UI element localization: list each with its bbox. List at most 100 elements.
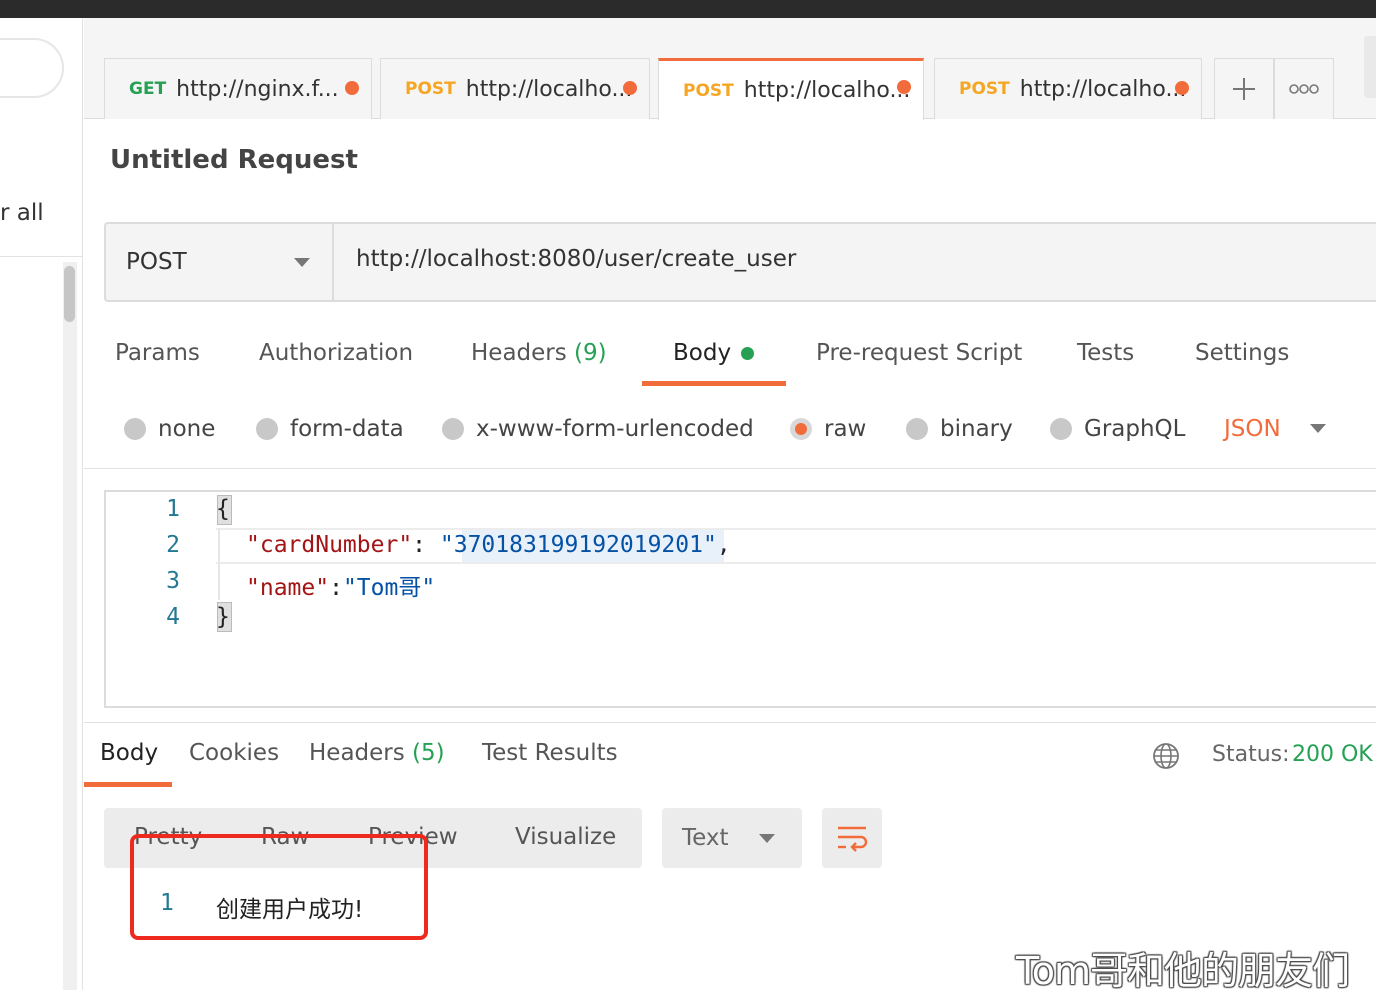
more-icon bbox=[1289, 84, 1319, 94]
response-tab-test-results[interactable]: Test Results bbox=[482, 740, 618, 766]
tab-headers-label: Headers bbox=[471, 340, 567, 366]
radio-graphql[interactable]: GraphQL bbox=[1050, 416, 1185, 442]
radio-label: x-www-form-urlencoded bbox=[476, 416, 754, 442]
radio-circle-icon bbox=[442, 418, 464, 440]
tab-method: POST bbox=[683, 80, 734, 101]
request-tab-4[interactable]: POST http://localho... bbox=[934, 58, 1202, 119]
method-value: POST bbox=[126, 249, 187, 275]
unsaved-dot-icon bbox=[1175, 81, 1189, 95]
line-number: 4 bbox=[166, 604, 180, 630]
section-divider bbox=[84, 468, 1376, 469]
response-tab-cookies[interactable]: Cookies bbox=[189, 740, 279, 766]
tab-headers[interactable]: Headers (9) bbox=[471, 340, 607, 366]
radio-none[interactable]: none bbox=[124, 416, 215, 442]
radio-circle-icon bbox=[1050, 418, 1072, 440]
response-headers-label: Headers bbox=[309, 740, 405, 766]
radio-circle-icon bbox=[124, 418, 146, 440]
response-headers-count: (5) bbox=[412, 740, 445, 766]
tab-method: POST bbox=[405, 79, 456, 99]
json-sep: : bbox=[412, 532, 440, 558]
tab-url: http://localho... bbox=[743, 78, 911, 103]
tab-body[interactable]: Body bbox=[673, 340, 755, 366]
sidebar-filter-label[interactable]: r all bbox=[0, 200, 44, 226]
url-input[interactable]: http://localhost:8080/user/create_user bbox=[356, 246, 796, 272]
headers-count-badge: (9) bbox=[574, 340, 607, 366]
watermark: Tom哥和他的朋友们 bbox=[1016, 949, 1350, 993]
response-format-select[interactable]: Text bbox=[662, 808, 802, 868]
radio-label: GraphQL bbox=[1084, 416, 1186, 442]
line-number: 3 bbox=[166, 568, 180, 594]
status-value: 200 OK bbox=[1292, 742, 1373, 767]
radio-label: binary bbox=[940, 416, 1013, 442]
request-title[interactable]: Untitled Request bbox=[110, 145, 358, 175]
tab-url: http://localho... bbox=[465, 76, 633, 102]
radio-selected-icon bbox=[790, 418, 812, 440]
json-sep: : bbox=[329, 575, 343, 601]
code-line-4: } bbox=[216, 604, 230, 630]
code-line-3: "name":"Tom哥" bbox=[246, 568, 435, 602]
chevron-down-icon bbox=[758, 833, 775, 843]
status-label: Status: bbox=[1212, 742, 1290, 767]
body-set-dot-icon bbox=[741, 347, 755, 360]
code-line-2: "cardNumber": "370183199192019201", bbox=[246, 532, 731, 558]
wrap-lines-button[interactable] bbox=[822, 808, 882, 868]
unsaved-dot-icon bbox=[345, 81, 359, 95]
radio-label: none bbox=[158, 416, 216, 442]
tab-method: POST bbox=[959, 79, 1010, 99]
tab-url: http://localho... bbox=[1019, 76, 1187, 102]
window-top-bar bbox=[0, 0, 1376, 18]
env-selector-edge[interactable] bbox=[1364, 36, 1376, 98]
method-select[interactable]: POST bbox=[106, 224, 334, 300]
active-tab-indicator bbox=[84, 782, 172, 787]
view-visualize[interactable]: Visualize bbox=[515, 824, 616, 850]
tab-prerequest-script[interactable]: Pre-request Script bbox=[816, 340, 1022, 366]
tab-params[interactable]: Params bbox=[115, 340, 200, 366]
radio-form-data[interactable]: form-data bbox=[256, 416, 404, 442]
sidebar-search-input[interactable] bbox=[0, 38, 64, 98]
json-trail: , bbox=[716, 532, 731, 558]
sidebar-scrollbar[interactable] bbox=[63, 262, 77, 990]
json-value: "370183199192019201" bbox=[439, 532, 717, 558]
sidebar-divider bbox=[0, 256, 82, 257]
chevron-down-icon bbox=[294, 257, 310, 267]
radio-circle-icon bbox=[256, 418, 278, 440]
active-tab-indicator bbox=[642, 381, 786, 386]
request-tab-1[interactable]: GET http://nginx.f... bbox=[104, 58, 372, 119]
response-tab-headers[interactable]: Headers (5) bbox=[309, 740, 445, 766]
body-format-select[interactable]: JSON bbox=[1224, 416, 1281, 442]
annotation-highlight-box bbox=[130, 834, 428, 940]
radio-raw[interactable]: raw bbox=[790, 416, 866, 442]
request-tab-2[interactable]: POST http://localho... bbox=[380, 58, 650, 119]
radio-label: raw bbox=[824, 416, 867, 442]
radio-binary[interactable]: binary bbox=[906, 416, 1013, 442]
indent-guide bbox=[218, 528, 220, 600]
line-number: 2 bbox=[166, 532, 180, 558]
tab-method: GET bbox=[129, 79, 167, 99]
globe-icon[interactable] bbox=[1152, 742, 1180, 770]
chevron-down-icon[interactable] bbox=[1310, 424, 1326, 433]
radio-circle-icon bbox=[906, 418, 928, 440]
request-tab-3-active[interactable]: POST http://localho... bbox=[658, 58, 924, 120]
more-tabs-button[interactable] bbox=[1274, 58, 1334, 119]
sidebar-scroll-thumb[interactable] bbox=[64, 266, 75, 322]
tab-authorization[interactable]: Authorization bbox=[259, 340, 413, 366]
json-key: "name" bbox=[246, 575, 330, 601]
code-line-1: { bbox=[216, 496, 230, 522]
line-number: 1 bbox=[166, 496, 180, 522]
tab-body-label: Body bbox=[673, 340, 732, 366]
unsaved-dot-icon bbox=[623, 81, 637, 95]
json-key: "cardNumber" bbox=[246, 532, 413, 558]
tab-url: http://nginx.f... bbox=[176, 76, 339, 102]
radio-label: form-data bbox=[290, 416, 404, 442]
plus-icon bbox=[1233, 78, 1255, 100]
response-divider[interactable] bbox=[84, 722, 1376, 723]
new-tab-button[interactable] bbox=[1214, 58, 1274, 119]
json-value: "Tom哥" bbox=[342, 575, 436, 601]
radio-urlencoded[interactable]: x-www-form-urlencoded bbox=[442, 416, 754, 442]
tab-settings[interactable]: Settings bbox=[1195, 340, 1289, 366]
format-value: Text bbox=[682, 825, 729, 851]
wrap-lines-icon bbox=[838, 826, 868, 852]
unsaved-dot-icon bbox=[897, 80, 911, 94]
response-tab-body[interactable]: Body bbox=[100, 740, 158, 766]
tab-tests[interactable]: Tests bbox=[1077, 340, 1134, 366]
